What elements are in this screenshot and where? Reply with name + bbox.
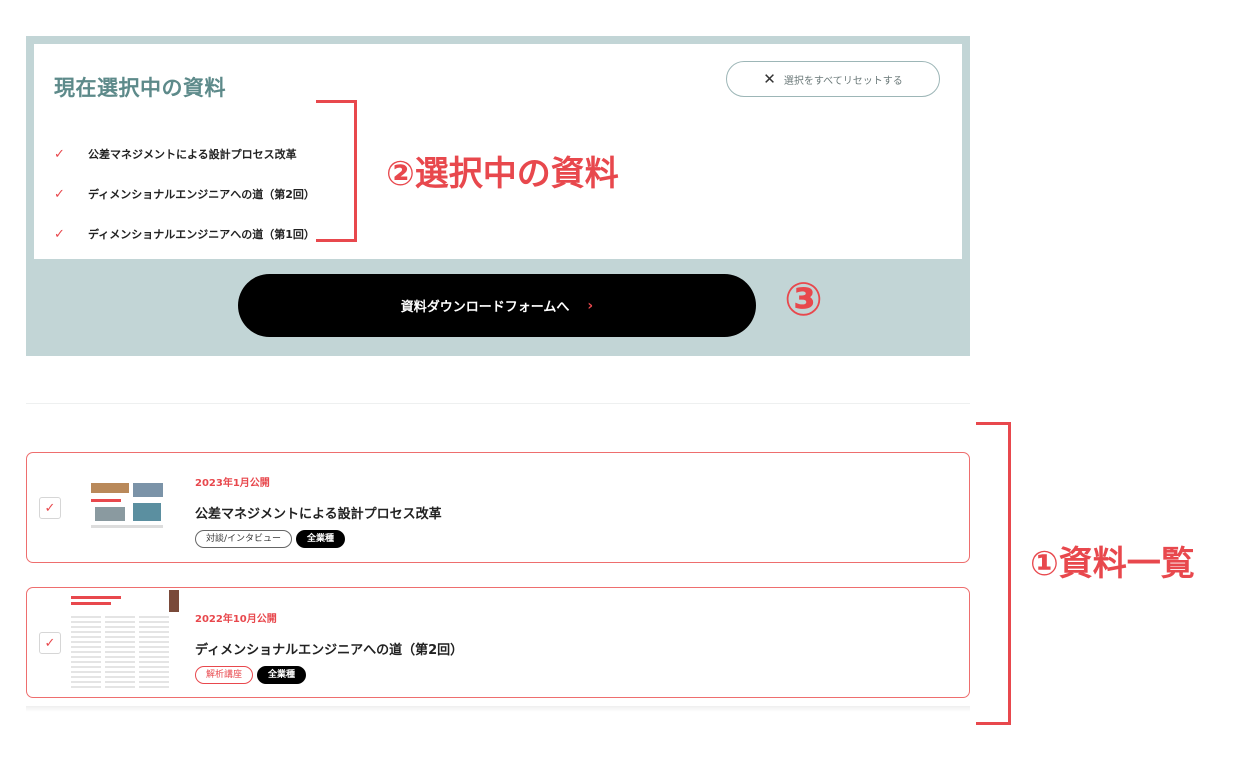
annotation-bracket [1008, 422, 1011, 725]
reset-all-button[interactable]: ✕ 選択をすべてリセットする [726, 61, 940, 97]
selected-materials-panel: 現在選択中の資料 ✕ 選択をすべてリセットする ✓ 公差マネジメントによる設計プ… [26, 36, 970, 356]
annotation-list: ①資料一覧 [1030, 544, 1195, 584]
download-form-button[interactable]: 資料ダウンロードフォームへ › [238, 274, 756, 337]
annotation-bracket [316, 100, 357, 103]
card-date: 2022年10月公開 [195, 614, 277, 625]
card-checkbox[interactable]: ✓ [39, 497, 61, 519]
card-tags: 対談/インタビュー 全業種 [195, 530, 346, 548]
annotation-bracket [316, 239, 357, 242]
annotation-bracket [976, 422, 1011, 425]
selected-item: ✓ 公差マネジメントによる設計プロセス改革 [54, 134, 315, 174]
check-icon: ✓ [54, 186, 65, 202]
close-icon: ✕ [763, 70, 776, 88]
annotation-bracket [976, 722, 1011, 725]
check-icon: ✓ [54, 226, 65, 242]
material-card[interactable]: ✓ 2023年1月公開 公差マネジメントによる設計プロセス改革 対談/インタビュ… [26, 452, 970, 563]
material-card[interactable]: ✓ 2022年10月公開 ディメンショナルエンジニアへの道（第2回） 解析講座 … [26, 587, 970, 698]
annotation-selected: ②選択中の資料 [386, 154, 619, 194]
annotation-download: ③ [784, 272, 823, 326]
list-fade [26, 706, 970, 712]
document-thumbnail [91, 479, 165, 531]
tag-category[interactable]: 対談/インタビュー [195, 530, 293, 548]
tag-industry[interactable]: 全業種 [257, 666, 307, 684]
document-thumbnail [71, 590, 179, 694]
selected-item: ✓ ディメンショナルエンジニアへの道（第1回） [54, 214, 315, 254]
divider [26, 403, 970, 404]
annotation-bracket [354, 100, 357, 242]
card-title: ディメンショナルエンジニアへの道（第2回） [195, 643, 464, 658]
card-checkbox[interactable]: ✓ [39, 632, 61, 654]
selected-item-label: 公差マネジメントによる設計プロセス改革 [88, 148, 297, 161]
chevron-right-icon: › [587, 297, 594, 314]
tag-category[interactable]: 解析講座 [195, 666, 254, 684]
check-icon: ✓ [54, 146, 65, 162]
selected-item-label: ディメンショナルエンジニアへの道（第1回） [88, 228, 315, 241]
reset-label: 選択をすべてリセットする [783, 75, 903, 87]
card-date: 2023年1月公開 [195, 478, 270, 489]
selected-item: ✓ ディメンショナルエンジニアへの道（第2回） [54, 174, 315, 214]
card-tags: 解析講座 全業種 [195, 666, 307, 684]
download-label: 資料ダウンロードフォームへ [400, 300, 570, 315]
tag-industry[interactable]: 全業種 [296, 530, 346, 548]
selected-list: ✓ 公差マネジメントによる設計プロセス改革 ✓ ディメンショナルエンジニアへの道… [54, 134, 315, 254]
selected-item-label: ディメンショナルエンジニアへの道（第2回） [88, 188, 315, 201]
panel-title: 現在選択中の資料 [54, 76, 226, 100]
card-title: 公差マネジメントによる設計プロセス改革 [195, 507, 442, 522]
